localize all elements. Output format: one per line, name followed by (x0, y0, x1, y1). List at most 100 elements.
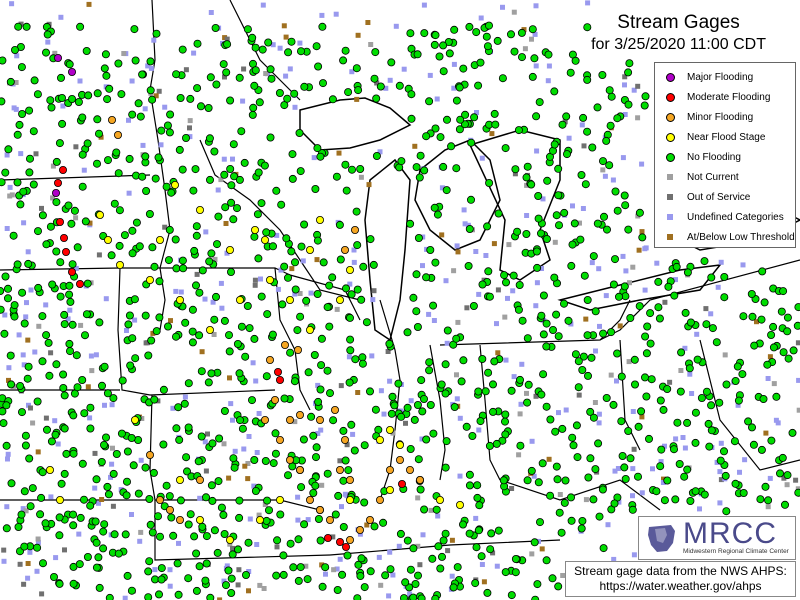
gage-dot (490, 109, 499, 118)
gage-dot (250, 334, 259, 343)
gage-square (630, 466, 636, 472)
gage-dot (490, 357, 499, 366)
gage-dot (76, 279, 85, 288)
gage-dot (81, 217, 90, 226)
gage-dot (333, 586, 342, 595)
gage-dot (637, 407, 646, 416)
gage-dot (488, 380, 497, 389)
gage-dot (45, 371, 54, 380)
gage-square (85, 384, 91, 390)
gage-dot (483, 42, 492, 51)
gage-dot (192, 549, 201, 558)
gage-dot (652, 487, 661, 496)
gage-dot (670, 291, 679, 300)
gage-dot (109, 469, 118, 478)
gage-dot (26, 502, 35, 511)
gage-dot (69, 579, 78, 588)
gage-dot (305, 245, 314, 254)
gage-square (92, 450, 98, 456)
gage-dot (607, 92, 616, 101)
gage-square (156, 88, 162, 94)
gage-square (246, 434, 252, 439)
gage-dot (558, 424, 567, 433)
gage-dot (548, 574, 557, 583)
gage-dot (334, 491, 343, 500)
gage-square (27, 549, 33, 555)
gage-square (451, 268, 457, 274)
gage-dot (69, 411, 78, 420)
gage-dot (269, 459, 278, 468)
gage-dot (654, 277, 663, 286)
gage-dot (315, 505, 324, 514)
gage-dot (52, 188, 61, 197)
gage-dot (165, 505, 174, 514)
gage-dot (314, 515, 323, 524)
source-url[interactable]: https://water.weather.gov/ahps (566, 579, 795, 594)
gage-dot (83, 139, 92, 148)
gage-square (151, 37, 157, 43)
gage-square (605, 522, 611, 528)
gage-dot (132, 218, 141, 227)
gage-dot (777, 307, 786, 316)
gage-dot (621, 474, 630, 483)
gage-dot (16, 200, 25, 209)
gage-dot (418, 407, 427, 416)
gage-dot (275, 375, 284, 384)
gage-dot (385, 465, 394, 474)
gage-dot (598, 71, 607, 80)
gage-dot (100, 520, 109, 529)
gage-square (183, 67, 189, 73)
gage-dot (91, 517, 100, 526)
gage-dot (579, 113, 588, 122)
gage-dot (145, 494, 154, 503)
gage-square (55, 441, 61, 447)
gage-dot (226, 164, 235, 173)
gage-dot (567, 261, 576, 270)
gage-square (203, 229, 209, 235)
gage-dot (25, 106, 34, 115)
gage-square (439, 232, 445, 238)
gage-dot (155, 235, 164, 244)
gage-square (449, 573, 455, 579)
gage-dot (262, 372, 271, 381)
gage-dot (425, 366, 434, 375)
gage-dot (243, 25, 252, 34)
gage-dot (527, 180, 536, 189)
gage-square (110, 445, 115, 451)
gage-dot (148, 95, 157, 104)
gage-dot (314, 62, 323, 71)
gage-dot (720, 293, 729, 302)
gage-dot (340, 435, 349, 444)
gage-square (318, 427, 324, 433)
gage-square (771, 381, 777, 387)
gage-dot (617, 372, 626, 381)
gage-dot (415, 475, 424, 484)
gage-dot (549, 325, 558, 334)
gage-dot (501, 410, 510, 419)
gage-dot (595, 512, 604, 521)
gage-square (636, 247, 642, 253)
gage-dot (449, 583, 458, 592)
gage-dot (591, 307, 600, 316)
gage-square (35, 536, 41, 542)
gage-dot (761, 482, 770, 491)
gage-dot (241, 352, 250, 361)
gage-dot (192, 586, 201, 595)
gage-square (387, 77, 393, 83)
gage-dot (125, 311, 134, 320)
gage-dot (148, 243, 157, 252)
gage-square (254, 450, 260, 455)
gage-dot (613, 349, 622, 358)
gage-dot (323, 303, 332, 312)
gage-dot (530, 54, 539, 63)
gage-dot (41, 519, 50, 528)
gage-dot (174, 403, 183, 412)
gage-dot (478, 280, 487, 289)
gage-dot (341, 543, 350, 552)
legend-label: Near Flood Stage (687, 131, 766, 143)
gage-dot (560, 208, 569, 217)
gage-square (524, 390, 529, 396)
gage-dot (118, 376, 127, 385)
gage-dot (54, 178, 63, 187)
gage-dot (764, 496, 773, 505)
